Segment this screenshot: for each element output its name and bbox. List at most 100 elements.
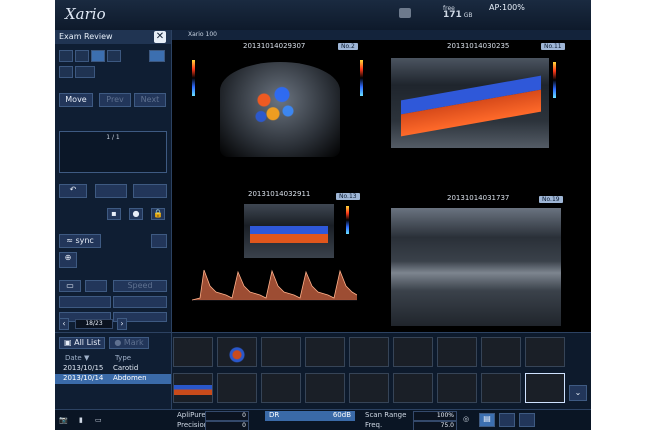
image-pane-2[interactable]: 20131014030235 No.11 <box>387 42 591 184</box>
all-list-button[interactable]: ▣ All List <box>59 337 105 349</box>
thumbnail[interactable] <box>349 373 389 403</box>
aplipure-label: ApliPure <box>177 411 206 419</box>
view-option-2[interactable] <box>519 413 535 427</box>
film-icon[interactable]: ▭ <box>59 280 81 292</box>
pane-timestamp: 20131014030235 <box>447 42 510 50</box>
thumbnail[interactable] <box>437 373 477 403</box>
image-viewer[interactable]: 20131014029307 No.2 20131014030235 No.11… <box>172 40 591 332</box>
move-button[interactable]: Move <box>59 93 93 107</box>
usb-icon[interactable]: ▮ <box>79 416 83 424</box>
thumbnail[interactable] <box>217 337 257 367</box>
dr-value: 60dB <box>332 411 351 419</box>
blank-button-6[interactable] <box>113 296 167 308</box>
undo-icon[interactable]: ↶ <box>59 184 87 198</box>
precision-label: Precision <box>177 421 209 429</box>
mark-icon: ● <box>114 338 124 347</box>
acoustic-power: AP:100% <box>489 3 525 12</box>
brand-logo: Xario <box>65 5 106 23</box>
select-icon[interactable] <box>75 66 95 78</box>
bottom-bar: ▣ All List ● Mark Date ▼ Type 2013/10/15… <box>55 332 591 430</box>
next-button[interactable]: Next <box>134 93 166 107</box>
thumbnail[interactable] <box>437 337 477 367</box>
thumbnail[interactable] <box>305 337 345 367</box>
upload-icon[interactable] <box>149 50 165 62</box>
zoom-icon[interactable]: ⊕ <box>59 252 77 268</box>
image-pane-4[interactable]: 20131014031737 No.19 <box>387 192 591 332</box>
thumbnail[interactable] <box>173 337 213 367</box>
chevron-down-icon[interactable]: ⌄ <box>569 385 587 401</box>
thumbnail[interactable] <box>393 337 433 367</box>
row-type: Abdomen <box>113 374 147 382</box>
blank-button-4[interactable] <box>85 280 107 292</box>
layout-1x1-button[interactable] <box>59 50 73 62</box>
col-type[interactable]: Type <box>115 354 131 362</box>
thumbnail[interactable] <box>481 373 521 403</box>
precision-value[interactable]: 0 <box>205 421 249 430</box>
color-scale-bar-right <box>360 60 363 96</box>
freq-value[interactable]: 75.0 <box>413 421 457 430</box>
row-date: 2013/10/15 <box>63 364 104 372</box>
dr-control[interactable]: DR 60dB <box>265 411 355 421</box>
pager-next-icon[interactable]: › <box>117 318 127 330</box>
scan-range-value[interactable]: 100% <box>413 411 457 421</box>
free-value: 171 <box>443 10 462 20</box>
pager-value: 18/23 <box>75 319 113 329</box>
image-pane-3[interactable]: 20131014032911 No.13 <box>180 190 375 332</box>
status-strip: 📷 ▮ ▭ ApliPure 0 Precision 0 DR 60dB Sca… <box>55 409 591 430</box>
lock-icon[interactable]: 🔒 <box>151 208 165 220</box>
thumbnail[interactable] <box>261 337 301 367</box>
printer-icon[interactable] <box>399 8 411 18</box>
mark-button[interactable]: ● Mark <box>109 337 149 349</box>
image-pane-1[interactable]: 20131014029307 No.2 <box>180 42 375 184</box>
prev-button[interactable]: Prev <box>99 93 131 107</box>
dr-label: DR <box>269 411 280 419</box>
pane-timestamp: 20131014031737 <box>447 194 510 202</box>
thumbnail[interactable] <box>481 337 521 367</box>
page-indicator: 1 / 1 <box>106 134 120 141</box>
color-doppler-overlay <box>246 78 306 133</box>
pane-timestamp: 20131014029307 <box>243 42 306 50</box>
pane-badge: No.13 <box>336 193 360 200</box>
blank-button-5[interactable] <box>59 296 111 308</box>
layout-2x2-button[interactable] <box>91 50 105 62</box>
sync-label: sync <box>75 236 94 245</box>
viewer-title: Xario 100 <box>172 30 591 40</box>
layout-1x2-button[interactable] <box>75 50 89 62</box>
probe-icon[interactable]: ◎ <box>463 415 469 423</box>
pane-badge: No.11 <box>541 43 565 50</box>
speed-button[interactable]: Speed <box>113 280 167 292</box>
blank-button-3[interactable] <box>151 234 167 248</box>
view-toggle-icon[interactable]: ▤ <box>479 413 495 427</box>
camera-icon[interactable]: 📷 <box>59 416 68 424</box>
aplipure-value[interactable]: 0 <box>205 411 249 421</box>
layout-3x3-button[interactable] <box>107 50 121 62</box>
thumbnail-selected[interactable] <box>525 373 565 403</box>
panel-title-text: Exam Review <box>59 32 113 41</box>
thumbnail[interactable] <box>525 337 565 367</box>
vessel-flow-blue <box>250 226 328 234</box>
pager-prev-icon[interactable]: ‹ <box>59 318 69 330</box>
list-item-selected[interactable]: 2013/10/14 Abdomen <box>55 374 171 384</box>
close-icon[interactable]: ✕ <box>154 31 166 43</box>
thumbnail[interactable] <box>305 373 345 403</box>
disk-icon[interactable]: ▭ <box>95 416 102 424</box>
blank-button-1[interactable] <box>95 184 127 198</box>
thumbnail[interactable] <box>349 337 389 367</box>
list-item[interactable]: 2013/10/15 Carotid <box>55 364 171 374</box>
record-icon[interactable]: ● <box>129 208 143 220</box>
col-date[interactable]: Date ▼ <box>65 354 89 362</box>
thumbnail[interactable] <box>217 373 257 403</box>
blank-button-2[interactable] <box>133 184 167 198</box>
free-unit: GB <box>463 12 473 19</box>
vessel-flow-red <box>250 234 328 243</box>
image-icon[interactable] <box>59 66 73 78</box>
color-scale-bar <box>192 60 195 96</box>
view-option-1[interactable] <box>499 413 515 427</box>
exam-list: ▣ All List ● Mark Date ▼ Type 2013/10/15… <box>55 333 172 409</box>
sync-button[interactable]: ≈ sync <box>59 234 101 248</box>
thumbnail[interactable] <box>393 373 433 403</box>
thumbnail[interactable] <box>261 373 301 403</box>
capture-icon[interactable]: ▪ <box>107 208 121 220</box>
thumbnail[interactable] <box>173 373 213 403</box>
page-panel: 1 / 1 <box>59 131 167 173</box>
